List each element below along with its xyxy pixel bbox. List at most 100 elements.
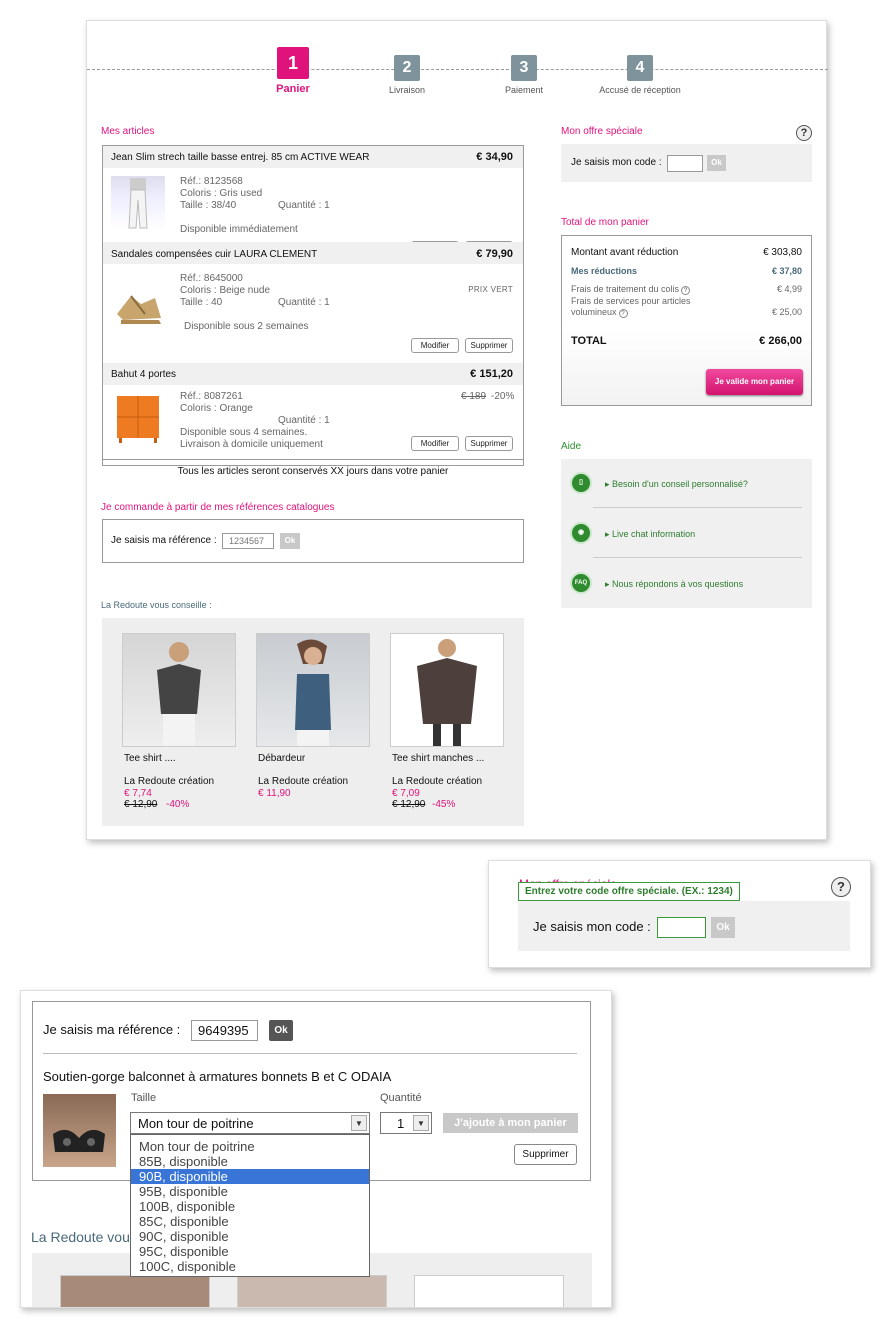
frais-label: Frais de traitement du colis?: [571, 284, 691, 295]
article-availability: Disponible sous 4 semaines.: [180, 427, 308, 438]
article-color: Coloris : Beige nude: [180, 285, 271, 296]
article-name: Sandales compensées cuir LAURA CLEMENT: [111, 249, 318, 260]
step-number: 3: [511, 55, 537, 81]
product-discount: -40%: [166, 799, 190, 810]
conseille-title: La Redoute vous conseille :: [101, 600, 212, 610]
aide-divider: [593, 507, 802, 508]
step-paiement: 3 Paiement: [499, 55, 549, 95]
article-qty: Quantité : 1: [278, 200, 330, 211]
zoom-ref-input[interactable]: [191, 1020, 258, 1041]
dropdown-option[interactable]: 95C, disponible: [131, 1244, 369, 1259]
info-icon[interactable]: ?: [618, 309, 628, 318]
product-brand: La Redoute création: [124, 776, 215, 787]
qty-select-value: 1: [397, 1116, 405, 1131]
step-panier: 1 Panier: [272, 47, 314, 95]
article-ref: Réf.: 8645000: [180, 273, 243, 284]
zoom-ref-product-name: Soutien-gorge balconnet à armatures bonn…: [43, 1069, 392, 1084]
article-color: Coloris : Gris used: [180, 188, 263, 199]
dropdown-option[interactable]: 85B, disponible: [131, 1154, 369, 1169]
zoom-ref-divider: [43, 1053, 577, 1054]
product-image-debardeur[interactable]: [256, 633, 370, 747]
product-name[interactable]: Tee shirt ....: [124, 753, 176, 764]
taille-select-value: Mon tour de poitrine: [138, 1116, 254, 1131]
dropdown-option[interactable]: 100C, disponible: [131, 1259, 369, 1274]
aide-link-label[interactable]: Nous répondons à vos questions: [612, 579, 743, 589]
article-price: € 151,20: [470, 368, 513, 380]
article-availability: Disponible sous 2 semaines: [184, 321, 309, 332]
catalogue-label: Je saisis ma référence :: [111, 535, 217, 546]
product-name[interactable]: Tee shirt manches ...: [392, 753, 484, 764]
dropdown-option[interactable]: Mon tour de poitrine: [131, 1139, 369, 1154]
aide-link-faq[interactable]: ▸ Nous répondons à vos questions: [605, 579, 743, 590]
stepper-line: [87, 69, 828, 70]
product-image-jean: [111, 176, 165, 230]
product-old-price: € 12,90: [392, 799, 426, 810]
article-availability: Disponible immédiatement: [180, 224, 298, 235]
services-label-2: volumineux?: [571, 307, 628, 318]
article-ref: Réf.: 8123568: [180, 176, 243, 187]
dropdown-option[interactable]: 100B, disponible: [131, 1199, 369, 1214]
product-image[interactable]: [414, 1275, 564, 1307]
conseille-box: Tee shirt .... La Redoute création € 7,7…: [102, 618, 524, 826]
product-image[interactable]: [60, 1275, 210, 1307]
product-image-tee-shirt[interactable]: [122, 633, 236, 747]
article-old-price: € 189: [461, 391, 487, 402]
total-label: TOTAL: [571, 335, 607, 347]
taille-dropdown-list[interactable]: Mon tour de poitrine 85B, disponible 90B…: [130, 1134, 370, 1277]
aide-divider: [593, 557, 802, 558]
aide-link-label[interactable]: Live chat information: [612, 529, 695, 539]
product-image-tee-shirt-manches[interactable]: [390, 633, 504, 747]
modify-button[interactable]: Modifier: [411, 338, 459, 353]
qty-select[interactable]: 1 ▼: [380, 1112, 432, 1134]
help-icon[interactable]: ?: [796, 125, 812, 141]
delete-button[interactable]: Supprimer: [465, 436, 513, 451]
articles-box: Jean Slim strech taille basse entrej. 85…: [102, 145, 524, 477]
articles-footer: Tous les articles seront conservés XX jo…: [177, 466, 449, 477]
zoom-offre-box: Je saisis mon code : Ok: [518, 901, 850, 951]
modify-button[interactable]: Modifier: [411, 436, 459, 451]
dropdown-option[interactable]: 95B, disponible: [131, 1184, 369, 1199]
aide-box: ▯ ▸ Besoin d'un conseil personnalisé? ◉ …: [561, 459, 812, 608]
validate-button[interactable]: Je valide mon panier: [706, 369, 803, 395]
zoom-offre-code-input[interactable]: [657, 917, 706, 938]
zoom-delete-button[interactable]: Supprimer: [514, 1144, 577, 1165]
article-qty: Quantité : 1: [278, 415, 330, 426]
info-icon[interactable]: ?: [681, 286, 691, 295]
phone-icon: ▯: [570, 472, 592, 494]
reduc-value: € 37,80: [771, 266, 802, 276]
step-label: Accusé de réception: [599, 85, 681, 95]
step-number: 1: [277, 47, 309, 79]
dropdown-option[interactable]: 85C, disponible: [131, 1214, 369, 1229]
offre-ok-button[interactable]: Ok: [707, 155, 726, 171]
help-icon[interactable]: ?: [831, 877, 851, 897]
aide-link-chat[interactable]: ▸ Live chat information: [605, 529, 695, 540]
zoom-offre-label: Je saisis mon code :: [533, 919, 651, 934]
aide-link-label[interactable]: Besoin d'un conseil personnalisé?: [612, 479, 748, 489]
article-ref: Réf.: 8087261: [180, 391, 243, 402]
frais-label-text: Frais de traitement du colis: [571, 284, 680, 294]
aide-link-conseil[interactable]: ▸ Besoin d'un conseil personnalisé?: [605, 479, 748, 490]
taille-label: Taille: [131, 1092, 157, 1104]
catalogue-ok-button[interactable]: Ok: [280, 533, 300, 549]
catalogue-ref-input[interactable]: [222, 533, 274, 549]
dropdown-option-selected[interactable]: 90B, disponible: [131, 1169, 369, 1184]
avant-label: Montant avant réduction: [571, 247, 679, 258]
zoom-offre-ok-button[interactable]: Ok: [711, 917, 735, 938]
zoom-ref-ok-button[interactable]: Ok: [269, 1020, 293, 1041]
quantite-label: Quantité: [380, 1092, 422, 1104]
prix-vert-label: PRIX VERT: [468, 285, 513, 294]
delete-button[interactable]: Supprimer: [465, 338, 513, 353]
offre-code-input[interactable]: [667, 155, 703, 172]
product-price: € 11,90: [258, 788, 291, 799]
step-label: Livraison: [388, 85, 426, 95]
chat-icon: ◉: [570, 522, 592, 544]
dropdown-option[interactable]: 90C, disponible: [131, 1229, 369, 1244]
article-name: Jean Slim strech taille basse entrej. 85…: [111, 152, 370, 163]
product-image[interactable]: [237, 1275, 387, 1307]
taille-select[interactable]: Mon tour de poitrine ▼: [130, 1112, 370, 1134]
step-accuse: 4 Accusé de réception: [592, 55, 688, 95]
article-size: Taille : 38/40: [180, 200, 237, 211]
add-to-cart-button[interactable]: J'ajoute à mon panier: [443, 1113, 578, 1133]
product-name[interactable]: Débardeur: [258, 753, 305, 764]
product-image-sandales: [111, 274, 165, 328]
